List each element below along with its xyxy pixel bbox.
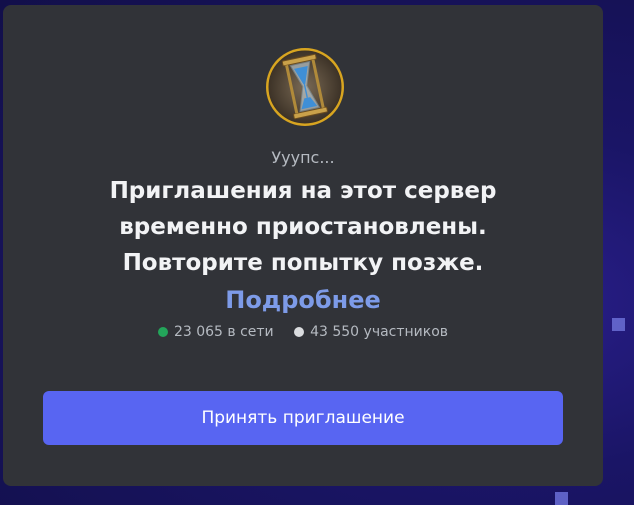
- online-count: 23 065 в сети: [173, 324, 274, 340]
- invite-title-line: Повторите попытку позже.: [122, 250, 484, 276]
- invite-pretitle: Ууупс...: [271, 148, 335, 167]
- server-icon: [266, 48, 344, 126]
- hourglass-icon: [266, 48, 344, 126]
- online-stat: 23 065 в сети: [157, 324, 274, 340]
- invite-card: Ууупс... Приглашения на этот сервер врем…: [3, 5, 603, 486]
- members-dot-icon: [294, 327, 305, 337]
- accept-invite-button[interactable]: Принять приглашение: [43, 391, 563, 445]
- background-decoration: [612, 318, 625, 331]
- invite-title-line: временно приостановлены.: [119, 214, 487, 240]
- invite-title: Приглашения на этот сервер временно прио…: [3, 173, 603, 281]
- invite-title-line: Приглашения на этот сервер: [109, 178, 497, 204]
- background-decoration: [555, 492, 568, 505]
- member-count: 43 550 участников: [310, 324, 449, 340]
- members-stat: 43 550 участников: [294, 324, 448, 340]
- learn-more-link[interactable]: Подробнее: [3, 286, 603, 314]
- server-stats: 23 065 в сети 43 550 участников: [3, 324, 603, 341]
- online-dot-icon: [157, 327, 168, 337]
